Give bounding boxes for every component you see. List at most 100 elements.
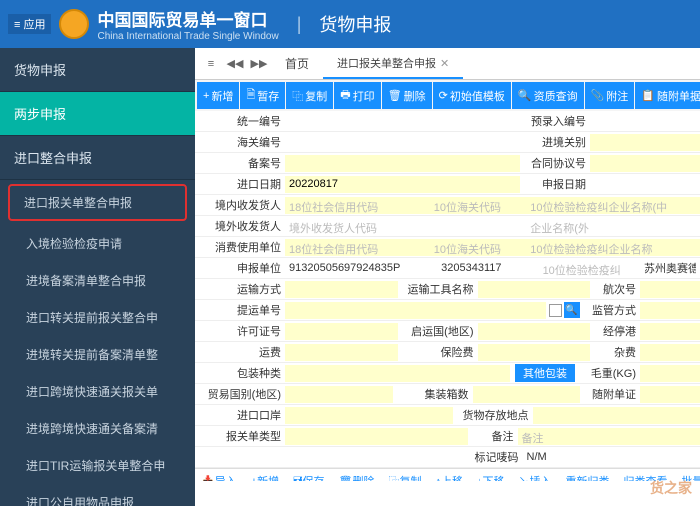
tab-current[interactable]: 进口报关单整合申报✕ xyxy=(323,49,463,79)
lbl-备注: 备注 xyxy=(468,426,518,446)
lbl-包装种类: 包装种类 xyxy=(195,363,285,383)
sidebar-item[interactable]: 进境备案清单整合申报 xyxy=(0,262,195,299)
inp-境内-信用代码[interactable]: 18位社会信用代码 xyxy=(285,197,430,214)
lbl-海关编号: 海关编号 xyxy=(195,132,285,152)
inp-运输方式[interactable] xyxy=(285,281,398,298)
inp-启运国[interactable] xyxy=(478,323,591,340)
toolbar-button[interactable]: ⿻复制 xyxy=(286,82,333,109)
inp-消费-信用代码[interactable]: 18位社会信用代码 xyxy=(285,239,430,256)
sidebar-item[interactable]: 进境跨境快速通关备案清 xyxy=(0,410,195,447)
sidebar-item[interactable]: 进口整合申报 xyxy=(0,136,195,180)
nav-back-icon[interactable]: ◀◀ xyxy=(223,53,247,75)
bottom-button[interactable]: 批量修改 xyxy=(677,471,700,481)
inp-运费[interactable] xyxy=(285,344,398,361)
inp-境外-名称[interactable]: 企业名称(外 xyxy=(526,218,700,235)
inp-杂费[interactable] xyxy=(640,344,700,361)
inp-消费-检疫[interactable]: 10位检验检疫纠企业名称 xyxy=(526,239,700,256)
inp-提运单号[interactable] xyxy=(285,302,546,319)
inp-申报-海关代码[interactable] xyxy=(437,260,538,277)
btn-其他包装[interactable]: 其他包装 xyxy=(515,364,575,382)
lbl-贸易国别: 贸易国别(地区) xyxy=(195,384,285,404)
sidebar-item[interactable]: 进口TIR运输报关单整合申 xyxy=(0,447,195,484)
inp-境内-海关代码[interactable]: 10位海关代码 xyxy=(430,197,527,214)
toolbar-button[interactable]: 🗑删除 xyxy=(382,82,432,109)
inp-申报-名称[interactable] xyxy=(640,260,700,277)
lbl-进境关别: 进境关别 xyxy=(520,132,590,152)
inp-海关编号[interactable] xyxy=(285,134,520,151)
inp-境外-空[interactable] xyxy=(430,218,527,235)
sidebar-item[interactable]: 两步申报 xyxy=(0,92,195,136)
lbl-监管方式: 监管方式 xyxy=(580,300,640,320)
bottom-button[interactable]: 📥导入 xyxy=(197,471,241,481)
site-title-en: China International Trade Single Window xyxy=(97,31,278,42)
inp-航次号[interactable] xyxy=(640,281,700,298)
sidebar-item[interactable]: 货物申报 xyxy=(0,48,195,92)
inp-境外-代码[interactable]: 境外收发货人代码 xyxy=(285,218,430,235)
inp-进境关别[interactable] xyxy=(590,134,700,151)
sidebar-item[interactable]: 进境转关提前备案清单整 xyxy=(0,336,195,373)
inp-保险费[interactable] xyxy=(478,344,591,361)
inp-备案号[interactable] xyxy=(285,155,520,172)
inp-消费-海关代码[interactable]: 10位海关代码 xyxy=(430,239,527,256)
bottom-button[interactable]: ↓下移 xyxy=(473,471,509,481)
inp-申报日期[interactable] xyxy=(590,176,700,193)
lbl-随附单证: 随附单证 xyxy=(580,384,640,404)
bottom-button[interactable]: ↘插入 xyxy=(514,471,555,481)
sidebar-item[interactable]: 进口跨境快速通关报关单 xyxy=(0,373,195,410)
inp-统一编号[interactable] xyxy=(285,113,520,130)
lbl-运输方式: 运输方式 xyxy=(195,279,285,299)
inp-标记唛码[interactable] xyxy=(523,449,700,466)
inp-预录入编号[interactable] xyxy=(590,113,700,130)
inp-包装种类[interactable] xyxy=(285,365,510,382)
inp-境内-检疫[interactable]: 10位检验检疫纠企业名称(中 xyxy=(526,197,700,214)
inp-随附单证[interactable] xyxy=(640,386,700,403)
toolbar-button[interactable]: 🗎暂存 xyxy=(240,82,285,109)
bottom-button[interactable]: 🖬保存 xyxy=(289,471,328,481)
toolbar-button[interactable]: 📋随附单据 xyxy=(635,82,700,109)
title-divider: | xyxy=(297,14,302,35)
bottom-button[interactable]: +新增 xyxy=(247,471,283,481)
inp-毛重[interactable] xyxy=(640,365,700,382)
toolbar-button[interactable]: 📎附注 xyxy=(585,82,635,109)
bottom-button[interactable]: 归类查看 xyxy=(619,471,671,481)
tab-home[interactable]: 首页 xyxy=(271,49,323,78)
toolbar-button[interactable]: 🔍资质查询 xyxy=(512,82,584,109)
inp-经停港[interactable] xyxy=(640,323,700,340)
toolbar-button[interactable]: ⟳初始值模板 xyxy=(433,82,511,109)
inp-合同协议号[interactable] xyxy=(590,155,700,172)
bottom-button[interactable]: ↑上移 xyxy=(431,471,467,481)
app-menu-button[interactable]: ≡ 应用 xyxy=(8,14,51,34)
inp-集装箱数[interactable] xyxy=(473,386,581,403)
inp-许可证号[interactable] xyxy=(285,323,398,340)
inp-运输工具名称[interactable] xyxy=(478,281,591,298)
lbl-进口日期: 进口日期 xyxy=(195,174,285,194)
lbl-启运国: 启运国(地区) xyxy=(398,321,478,341)
toolbar-button[interactable]: 🖶打印 xyxy=(334,82,380,109)
inp-申报-信用代码[interactable] xyxy=(285,260,437,277)
bottom-button[interactable]: ⿻复制 xyxy=(384,471,425,481)
inp-货物存放地点[interactable] xyxy=(533,407,700,424)
sidebar-item[interactable]: 进口转关提前报关整合申 xyxy=(0,299,195,336)
bottom-button[interactable]: 🗑删除 xyxy=(335,471,379,481)
sidebar-item[interactable]: 进口报关单整合申报 xyxy=(8,184,187,221)
lbl-毛重: 毛重(KG) xyxy=(580,363,640,383)
checkbox[interactable] xyxy=(549,304,562,317)
sidebar-item[interactable]: 入境检验检疫申请 xyxy=(0,225,195,262)
inp-申报-检疫[interactable]: 10位检验检疫纠 xyxy=(539,260,640,277)
search-icon[interactable]: 🔍 xyxy=(564,302,580,318)
lbl-许可证号: 许可证号 xyxy=(195,321,285,341)
sidebar: 货物申报两步申报进口整合申报进口报关单整合申报入境检验检疫申请进境备案清单整合申… xyxy=(0,48,195,506)
sidebar-item[interactable]: 进口公自用物品申报 xyxy=(0,484,195,506)
inp-进口日期[interactable] xyxy=(285,176,520,193)
inp-贸易国别[interactable] xyxy=(285,386,393,403)
inp-报关单类型[interactable] xyxy=(285,428,468,445)
lbl-杂费: 杂费 xyxy=(590,342,640,362)
bottom-button[interactable]: 重新归类 xyxy=(561,471,613,481)
toolbar-button[interactable]: +新增 xyxy=(197,82,239,109)
nav-fwd-icon[interactable]: ▶▶ xyxy=(247,53,271,75)
nav-menu-icon[interactable]: ≡ xyxy=(199,53,223,75)
inp-进口口岸[interactable] xyxy=(285,407,453,424)
close-icon[interactable]: ✕ xyxy=(440,58,449,70)
inp-监管方式[interactable] xyxy=(640,302,700,319)
inp-备注[interactable]: 备注 xyxy=(518,428,700,445)
